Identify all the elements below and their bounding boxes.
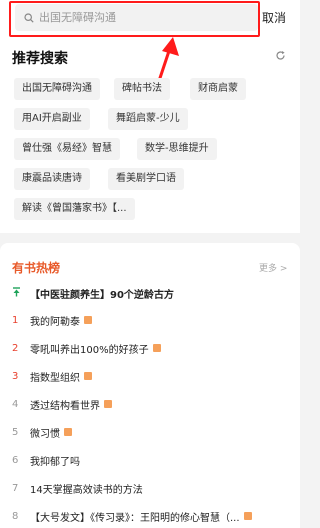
ranking-item[interactable]: 6 我抑郁了吗 [12, 452, 80, 468]
search-chip[interactable]: 数学-思维提升 [137, 138, 217, 160]
search-chip[interactable]: 舞蹈启蒙-少儿 [108, 108, 188, 130]
ranking-item-title: 【中医驻颜养生】90个逆龄古方 [30, 289, 174, 301]
ranking-item[interactable]: 4 透过结构看世界 [12, 396, 112, 412]
ranking-item-title: 14天掌握高效读书的方法 [30, 484, 143, 496]
refresh-icon[interactable] [275, 50, 286, 61]
tag-icon [84, 372, 92, 380]
ranking-item-title: 我的阿勒泰 [30, 316, 80, 328]
ranking-item-title: 【大号发文】《传习录》：王阳明的修心智慧（... [30, 512, 240, 524]
ranking-item[interactable]: 5 微习惯 [12, 424, 72, 440]
ranking-item[interactable]: 1 我的阿勒泰 [12, 312, 92, 328]
search-chip[interactable]: 看美剧学口语 [108, 168, 184, 190]
ranking-number: 2 [12, 342, 19, 354]
search-chip[interactable]: 康震品读唐诗 [14, 168, 90, 190]
search-icon [24, 12, 34, 23]
ranking-number: 6 [12, 454, 19, 466]
ranking-item-title: 零吼叫养出100%的好孩子 [30, 344, 149, 356]
tag-icon [104, 400, 112, 408]
pin-icon [12, 286, 30, 300]
search-chip[interactable]: 解读《曾国藩家书》【... [14, 198, 135, 220]
ranking-panel: 有书热榜 更多 > 【中医驻颜养生】90个逆龄古方 1 我的阿勒泰 2 零吼叫养… [0, 243, 300, 528]
ranking-item-title: 透过结构看世界 [30, 400, 100, 412]
ranking-item-title: 我抑郁了吗 [30, 456, 80, 468]
ranking-item[interactable]: 2 零吼叫养出100%的好孩子 [12, 340, 161, 356]
ranking-item-title: 指数型组织 [30, 372, 80, 384]
ranking-number: 8 [12, 510, 19, 522]
search-chip[interactable]: 曾仕强《易经》智慧 [14, 138, 120, 160]
tag-icon [84, 316, 92, 324]
ranking-item[interactable]: 8 【大号发文】《传习录》：王阳明的修心智慧（... [12, 508, 252, 524]
search-chip[interactable]: 财商启蒙 [190, 78, 246, 100]
ranking-item[interactable]: 3 指数型组织 [12, 368, 92, 384]
ranking-number: 5 [12, 426, 19, 438]
tag-icon [243, 512, 252, 520]
search-panel: 取消 推荐搜索 出国无障碍沟通 碑帖书法 财商启蒙 用AI开启副业 舞蹈启蒙-少… [0, 0, 300, 233]
ranking-item[interactable]: 7 14天掌握高效读书的方法 [12, 480, 143, 496]
ranking-pinned-item[interactable]: 【中医驻颜养生】90个逆龄古方 [12, 285, 174, 301]
search-chip[interactable]: 碑帖书法 [114, 78, 170, 100]
ranking-title: 有书热榜 [12, 261, 61, 275]
search-bar[interactable] [15, 4, 258, 31]
search-input[interactable] [39, 11, 239, 24]
ranking-item-title: 微习惯 [30, 428, 60, 440]
ranking-number: 1 [12, 314, 19, 326]
tag-icon [64, 428, 72, 436]
more-link[interactable]: 更多 > [259, 261, 287, 274]
ranking-number: 3 [12, 370, 19, 382]
tag-icon [152, 344, 161, 352]
ranking-number: 4 [12, 398, 19, 410]
search-chip[interactable]: 用AI开启副业 [14, 108, 90, 130]
cancel-button[interactable]: 取消 [262, 9, 286, 26]
search-chip[interactable]: 出国无障碍沟通 [14, 78, 100, 100]
hot-search-title: 推荐搜索 [12, 51, 68, 67]
ranking-number: 7 [12, 482, 19, 494]
